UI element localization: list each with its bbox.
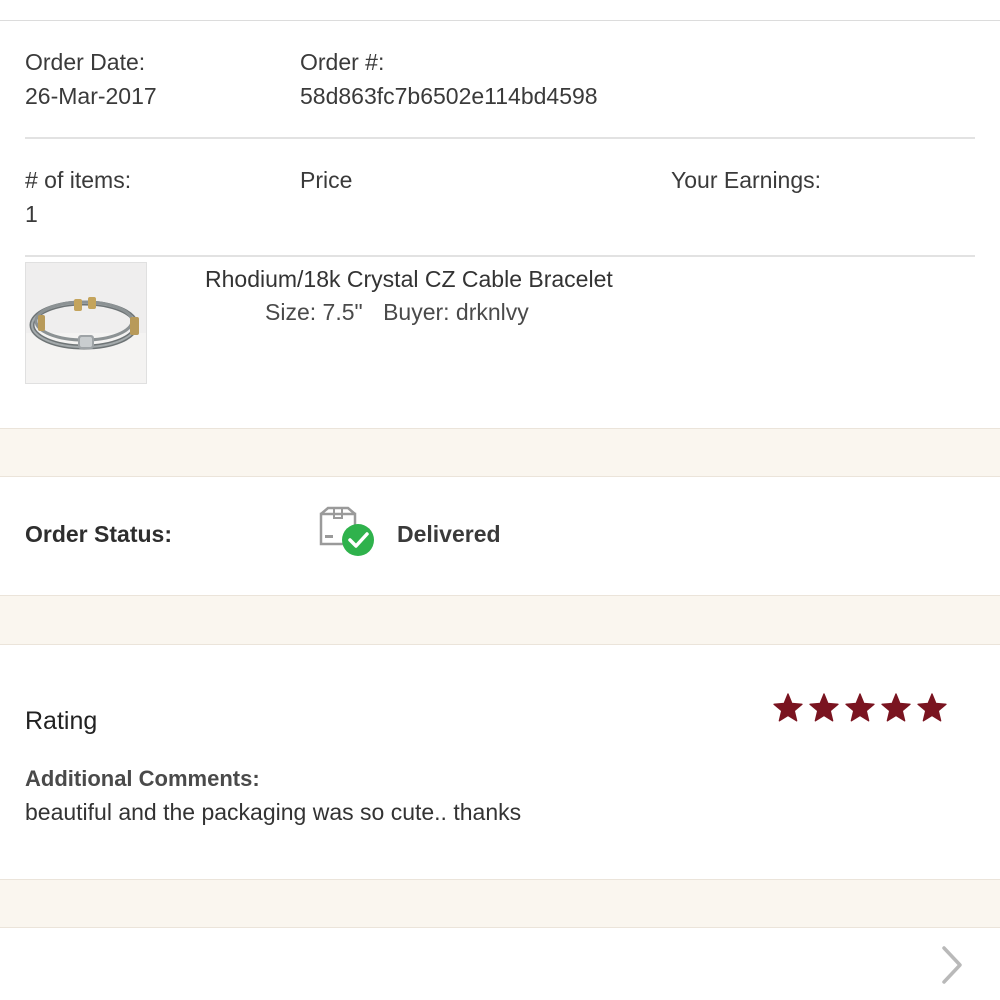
review-card bbox=[0, 645, 1000, 878]
chevron-right-icon[interactable] bbox=[936, 944, 966, 986]
product-title[interactable]: Rhodium/18k Crystal CZ Cable Bracelet bbox=[205, 265, 613, 293]
star-icon bbox=[916, 692, 948, 724]
star-icon bbox=[844, 692, 876, 724]
divider bbox=[25, 137, 975, 139]
package-delivered-icon bbox=[318, 506, 378, 558]
order-detail-page: Order Date: 26-Mar-2017 Order #: 58d863f… bbox=[0, 0, 1000, 1000]
rating-label: Rating bbox=[25, 707, 98, 735]
order-status-label: Order Status: bbox=[25, 521, 172, 547]
product-meta: Size: 7.5" Buyer: drknlvy bbox=[265, 298, 543, 326]
order-number-value: 58d863fc7b6502e114bd4598 bbox=[300, 83, 598, 109]
section-separator bbox=[0, 879, 1000, 928]
star-icon bbox=[808, 692, 840, 724]
order-number-label: Order #: bbox=[300, 49, 385, 75]
star-icon bbox=[880, 692, 912, 724]
product-size: Size: 7.5" bbox=[265, 299, 363, 325]
product-buyer: Buyer: drknlvy bbox=[383, 299, 529, 325]
star-icon bbox=[772, 692, 804, 724]
items-count-value: 1 bbox=[25, 201, 38, 227]
product-thumbnail[interactable] bbox=[25, 262, 147, 384]
bracelet-photo bbox=[26, 263, 146, 383]
order-date-value: 26-Mar-2017 bbox=[25, 83, 157, 109]
section-separator bbox=[0, 428, 1000, 477]
section-separator bbox=[0, 595, 1000, 645]
comments-text: beautiful and the packaging was so cute.… bbox=[25, 799, 522, 825]
earnings-label: Your Earnings: bbox=[671, 167, 822, 193]
price-label: Price bbox=[300, 167, 353, 193]
rating-stars bbox=[772, 692, 952, 726]
divider bbox=[25, 255, 975, 257]
comments-label: Additional Comments: bbox=[25, 766, 260, 791]
items-count-label: # of items: bbox=[25, 167, 132, 193]
order-date-label: Order Date: bbox=[25, 49, 146, 75]
order-status-value: Delivered bbox=[397, 521, 501, 547]
